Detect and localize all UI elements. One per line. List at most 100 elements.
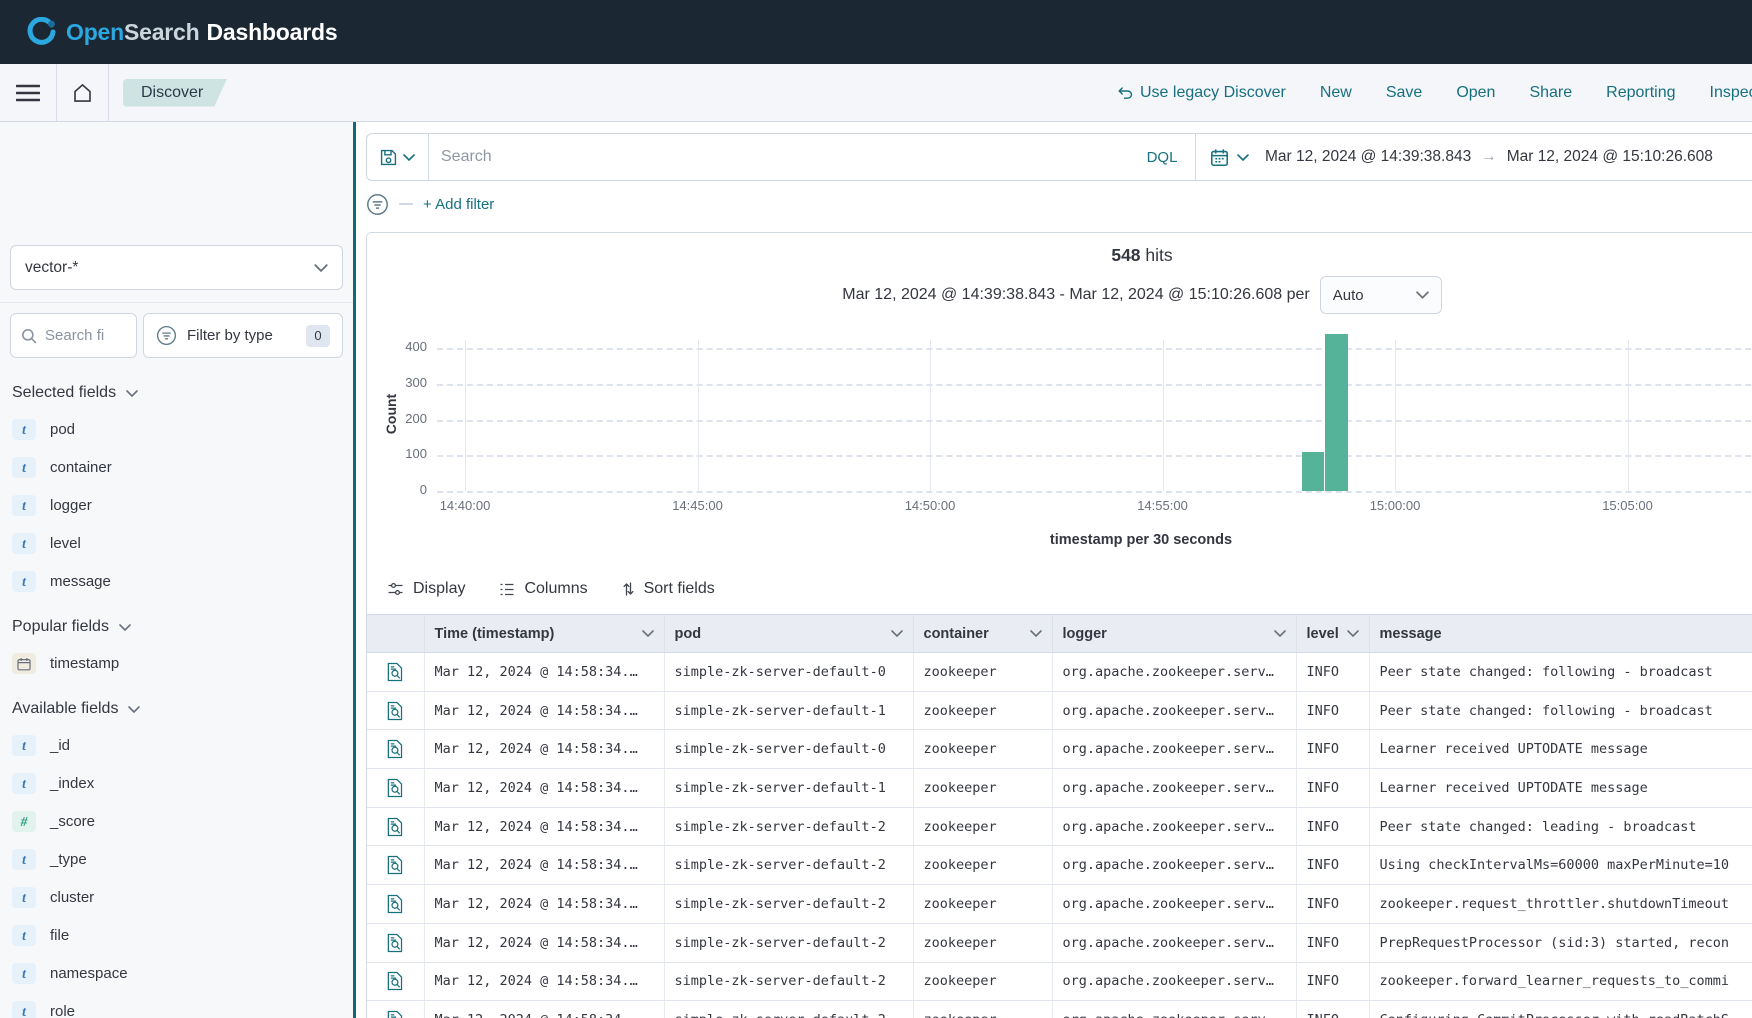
field-name: logger — [50, 497, 92, 514]
inspect-document-cell[interactable] — [367, 885, 424, 924]
toolbar-link-label: Use legacy Discover — [1140, 84, 1286, 102]
grid-header-cell-container[interactable]: container — [913, 615, 1052, 653]
column-label: level — [1307, 626, 1339, 642]
field-item-_type[interactable]: t_type — [12, 849, 341, 870]
interval-select[interactable]: Auto — [1320, 276, 1442, 314]
field-item-_id[interactable]: t_id — [12, 735, 341, 756]
field-item-container[interactable]: tcontainer — [12, 457, 341, 478]
field-item-role[interactable]: trole — [12, 1001, 341, 1018]
home-icon[interactable] — [71, 82, 94, 104]
inspect-document-cell[interactable] — [367, 730, 424, 769]
toolbar-link-reporting[interactable]: Reporting — [1606, 84, 1675, 102]
toolbar-link-share[interactable]: Share — [1529, 84, 1572, 102]
cell-logger: org.apache.zookeeper.serv… — [1052, 962, 1296, 1001]
histogram-bar[interactable] — [1325, 334, 1347, 491]
x-axis-tick-label: 15:05:00 — [1602, 498, 1653, 513]
search-input[interactable] — [429, 134, 1129, 180]
field-group-heading-available-fields[interactable]: Available fields — [12, 700, 341, 718]
grid-header-cell-message[interactable]: message — [1369, 615, 1752, 653]
inspect-document-cell[interactable] — [367, 653, 424, 692]
field-item-timestamp[interactable]: timestamp — [12, 653, 341, 674]
x-axis-title: timestamp per 30 seconds — [381, 532, 1752, 548]
page-content: vector-* Filter by type 0 Selected field… — [0, 122, 1752, 1018]
toolbar-link-save[interactable]: Save — [1386, 84, 1422, 102]
chevron-down-icon — [891, 630, 903, 637]
query-language-button[interactable]: DQL — [1129, 134, 1195, 180]
gridline-vertical — [465, 340, 466, 491]
field-groups: Selected fieldstpodtcontainertloggertlev… — [0, 384, 353, 1018]
breadcrumb[interactable]: Discover — [123, 79, 227, 107]
field-group-heading-selected-fields[interactable]: Selected fields — [12, 384, 341, 402]
field-item-message[interactable]: tmessage — [12, 571, 341, 592]
field-item-_index[interactable]: t_index — [12, 773, 341, 794]
field-item-file[interactable]: tfile — [12, 925, 341, 946]
cell-level: INFO — [1296, 923, 1369, 962]
cell-logger: org.apache.zookeeper.serv… — [1052, 653, 1296, 692]
date-range-end[interactable]: Mar 12, 2024 @ 15:10:26.608 — [1507, 148, 1713, 166]
inspect-document-cell[interactable] — [367, 769, 424, 808]
grid-header-cell-logger[interactable]: logger — [1052, 615, 1296, 653]
index-pattern-select[interactable]: vector-* — [10, 245, 343, 290]
field-type-string-badge: t — [12, 887, 36, 908]
add-filter-button[interactable]: + Add filter — [423, 196, 494, 213]
return-arrow-icon — [1118, 86, 1133, 99]
inspect-document-cell[interactable] — [367, 846, 424, 885]
gridline-vertical — [698, 340, 699, 491]
field-item-logger[interactable]: tlogger — [12, 495, 341, 516]
field-search-box[interactable] — [10, 313, 137, 358]
grid-control-columns[interactable]: Columns — [499, 580, 587, 598]
chevron-down-icon — [1416, 291, 1429, 299]
inspect-document-icon — [387, 739, 404, 759]
field-item-cluster[interactable]: tcluster — [12, 887, 341, 908]
filter-circle-icon[interactable] — [366, 193, 389, 216]
filter-by-type-button[interactable]: Filter by type 0 — [143, 313, 343, 358]
grid-header-cell-level[interactable]: level — [1296, 615, 1369, 653]
toolbar-link-new[interactable]: New — [1320, 84, 1352, 102]
histogram-bar[interactable] — [1302, 452, 1324, 491]
grid-control-display[interactable]: Display — [387, 580, 465, 598]
field-item-_score[interactable]: #_score — [12, 811, 341, 832]
cell-pod: simple-zk-server-default-2 — [664, 923, 913, 962]
toolbar-link-open[interactable]: Open — [1456, 84, 1495, 102]
grid-control-sort-fields[interactable]: Sort fields — [622, 580, 715, 598]
toolbar-link-inspect[interactable]: Inspect — [1710, 84, 1752, 102]
date-range-start[interactable]: Mar 12, 2024 @ 14:39:38.843 — [1265, 148, 1471, 166]
cell-level: INFO — [1296, 885, 1369, 924]
grid-header-cell-pod[interactable]: pod — [664, 615, 913, 653]
inspect-document-cell[interactable] — [367, 962, 424, 1001]
inspect-document-cell[interactable] — [367, 691, 424, 730]
toolbar: Discover Use legacy Discover New Save Open S… — [0, 64, 1752, 122]
cell-message: Peer state changed: leading - broadcast — [1369, 807, 1752, 846]
field-name: file — [50, 927, 69, 944]
field-item-pod[interactable]: tpod — [12, 419, 341, 440]
cell-time: Mar 12, 2024 @ 14:58:34.… — [424, 885, 664, 924]
toolbar-links: Use legacy Discover New Save Open Share Repor… — [1118, 64, 1752, 121]
inspect-document-cell[interactable] — [367, 1001, 424, 1018]
cell-message: zookeeper.request_throttler.shutdownTime… — [1369, 885, 1752, 924]
table-row: Mar 12, 2024 @ 14:58:34.…simple-zk-serve… — [367, 846, 1752, 885]
saved-query-menu-button[interactable] — [367, 134, 429, 180]
chevron-down-icon — [128, 706, 140, 713]
field-item-level[interactable]: tlevel — [12, 533, 341, 554]
toolbar-link-use-legacy-discover[interactable]: Use legacy Discover — [1118, 84, 1286, 102]
search-icon — [21, 328, 37, 344]
date-picker[interactable]: Mar 12, 2024 @ 14:39:38.843 → Mar 12, 20… — [1195, 134, 1752, 180]
inspect-document-cell[interactable] — [367, 923, 424, 962]
field-name: _index — [50, 775, 94, 792]
grid-header-cell-time[interactable]: Time (timestamp) — [424, 615, 664, 653]
field-group-heading-popular-fields[interactable]: Popular fields — [12, 618, 341, 636]
column-label: pod — [675, 626, 702, 642]
cell-level: INFO — [1296, 730, 1369, 769]
inspect-document-cell[interactable] — [367, 807, 424, 846]
cell-logger: org.apache.zookeeper.serv… — [1052, 730, 1296, 769]
table-row: Mar 12, 2024 @ 14:58:34.…simple-zk-serve… — [367, 653, 1752, 692]
field-name: level — [50, 535, 81, 552]
brand-search: Search — [124, 19, 200, 46]
cell-level: INFO — [1296, 691, 1369, 730]
cell-container: zookeeper — [913, 653, 1052, 692]
field-search-input[interactable] — [45, 327, 115, 344]
menu-icon[interactable] — [16, 84, 40, 102]
field-item-namespace[interactable]: tnamespace — [12, 963, 341, 984]
gridline-horizontal — [437, 455, 1752, 457]
gridline-horizontal — [437, 491, 1752, 493]
